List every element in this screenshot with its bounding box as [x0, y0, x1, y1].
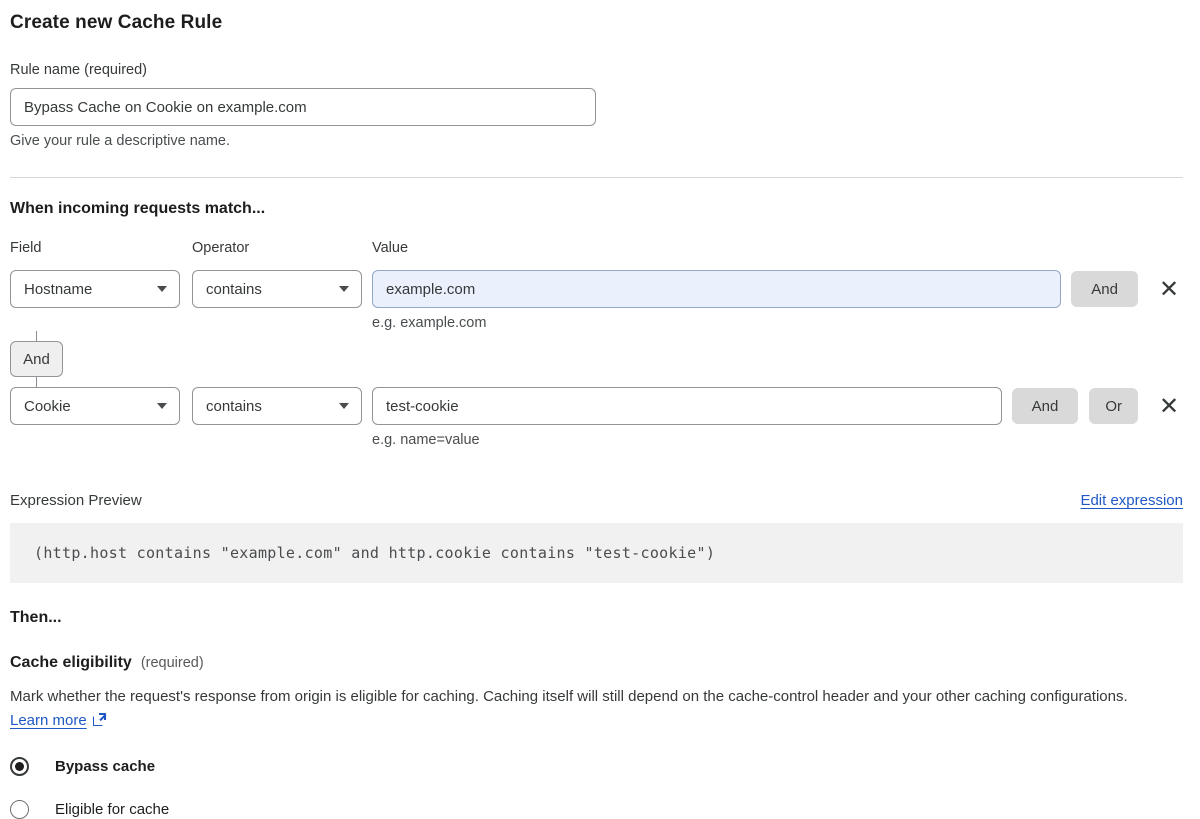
then-heading: Then... — [10, 609, 62, 626]
expression-code-block: (http.host contains "example.com" and ht… — [10, 523, 1183, 583]
field-select-2-value: Cookie — [24, 397, 71, 415]
rule-name-input[interactable] — [10, 88, 596, 126]
condition-row-1: Hostname contains And ✕ — [10, 270, 1183, 308]
rule-name-section: Rule name (required) Give your rule a de… — [10, 62, 1183, 149]
section-divider — [10, 177, 1183, 178]
operator-select-1-value: contains — [206, 280, 262, 298]
chevron-down-icon — [157, 286, 167, 292]
condition-row-2: Cookie contains And Or ✕ — [10, 387, 1183, 425]
radio-option-bypass-cache[interactable]: Bypass cache — [10, 757, 1183, 776]
match-heading: When incoming requests match... — [10, 200, 266, 217]
value-hint-1: e.g. example.com — [372, 315, 487, 331]
cache-eligibility-heading: Cache eligibility — [10, 654, 132, 671]
close-icon: ✕ — [1158, 275, 1180, 303]
connector-and-button[interactable]: And — [10, 341, 63, 377]
edit-expression-link[interactable]: Edit expression — [1080, 492, 1183, 509]
connector-line-top — [36, 331, 37, 341]
radio-label-eligible: Eligible for cache — [55, 801, 170, 818]
condition-connector: And — [10, 331, 1183, 387]
field-select-1-value: Hostname — [24, 280, 93, 298]
chevron-down-icon — [339, 286, 349, 292]
and-button-row-2[interactable]: And — [1011, 388, 1079, 424]
field-select-1[interactable]: Hostname — [10, 270, 180, 308]
required-note: (required) — [140, 655, 204, 671]
cache-eligibility-description: Mark whether the request's response from… — [10, 685, 1170, 733]
operator-select-1[interactable]: contains — [192, 270, 362, 308]
or-button-row-2[interactable]: Or — [1089, 388, 1138, 424]
radio-label-bypass: Bypass cache — [55, 758, 156, 775]
radio-selected-icon — [10, 757, 29, 776]
expression-preview-label: Expression Preview — [10, 492, 142, 509]
learn-more-link[interactable]: Learn more — [10, 712, 87, 729]
operator-select-2-value: contains — [206, 397, 262, 415]
close-icon: ✕ — [1158, 392, 1180, 420]
rule-name-label: Rule name (required) — [10, 62, 148, 78]
description-text: Mark whether the request's response from… — [10, 688, 1128, 705]
radio-unselected-icon — [10, 800, 29, 819]
chevron-down-icon — [157, 403, 167, 409]
expression-preview-header: Expression Preview Edit expression — [10, 492, 1183, 509]
page-title: Create new Cache Rule — [10, 12, 223, 33]
cache-eligibility-heading-row: Cache eligibility (required) — [10, 654, 1183, 672]
remove-condition-1-button[interactable]: ✕ — [1155, 277, 1183, 301]
value-column-label: Value — [372, 240, 409, 256]
value-input-2[interactable] — [372, 387, 1002, 425]
operator-select-2[interactable]: contains — [192, 387, 362, 425]
connector-line-bottom — [36, 377, 37, 387]
rule-name-helper: Give your rule a descriptive name. — [10, 133, 231, 149]
and-button-row-1[interactable]: And — [1071, 271, 1138, 307]
operator-column-label: Operator — [192, 240, 250, 256]
radio-option-eligible-for-cache[interactable]: Eligible for cache — [10, 800, 1183, 819]
condition-column-labels: Field Operator Value — [10, 240, 1183, 256]
field-select-2[interactable]: Cookie — [10, 387, 180, 425]
value-input-1[interactable] — [372, 270, 1062, 308]
field-column-label: Field — [10, 240, 42, 256]
create-cache-rule-page: Create new Cache Rule Rule name (require… — [0, 0, 1200, 819]
chevron-down-icon — [339, 403, 349, 409]
external-link-icon — [92, 713, 106, 726]
value-hint-2: e.g. name=value — [372, 432, 480, 448]
remove-condition-2-button[interactable]: ✕ — [1155, 394, 1183, 418]
